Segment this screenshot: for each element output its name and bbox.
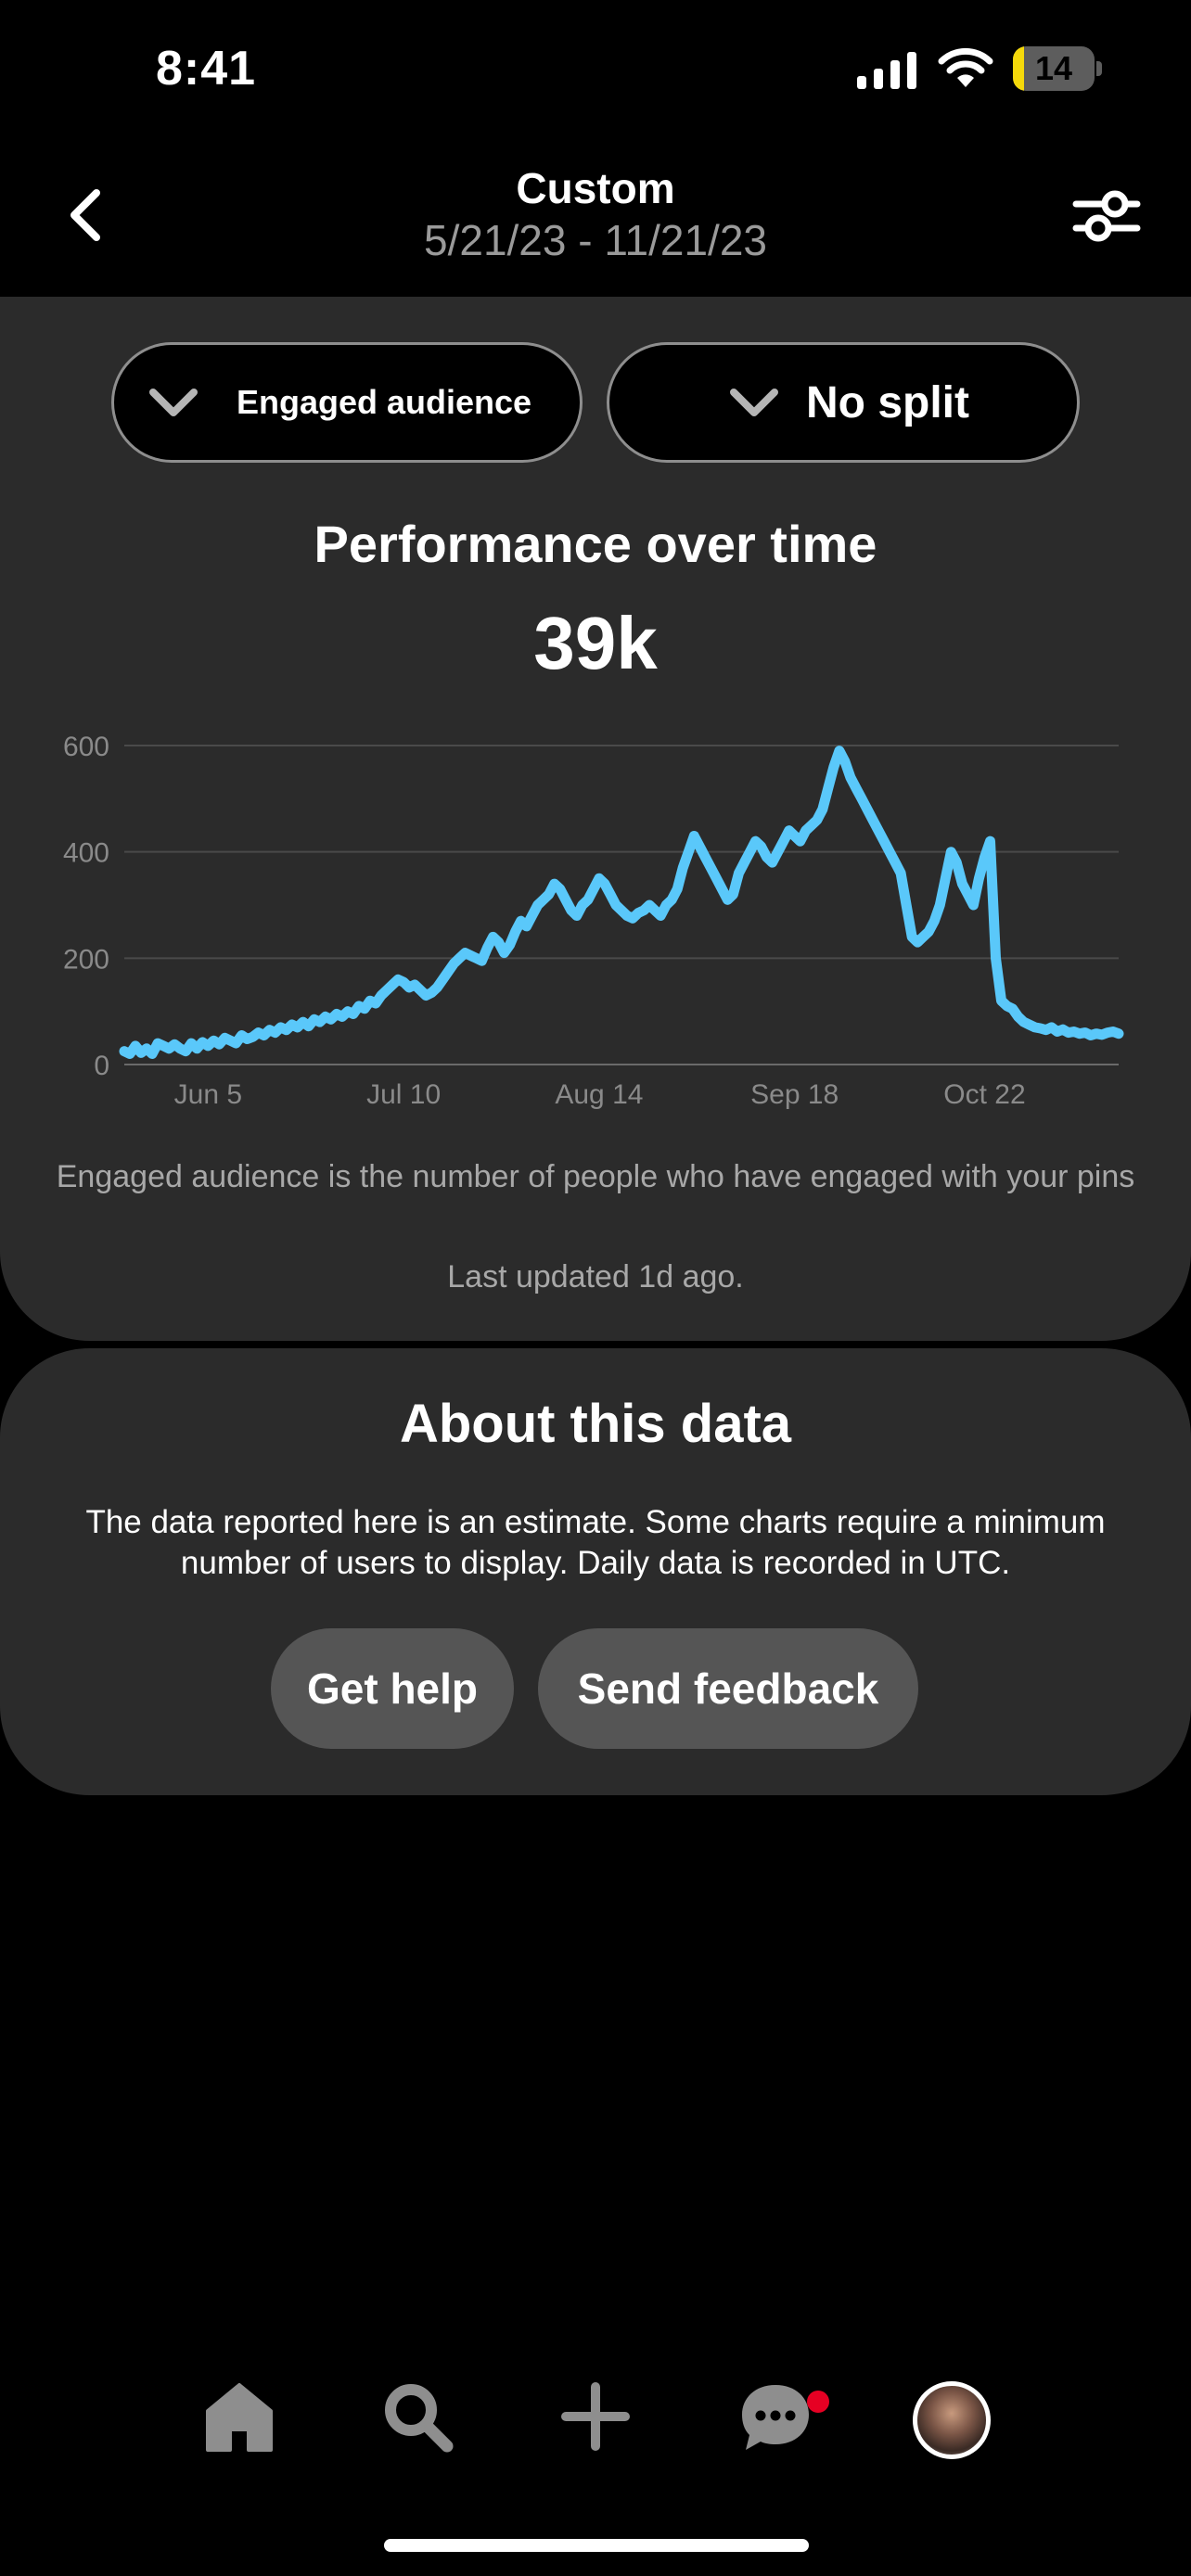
about-title: About this data [399,1394,792,1454]
sliders-icon [1072,190,1141,242]
y-tick-label: 200 [63,944,109,975]
last-updated-text: Last updated 1d ago. [447,1259,744,1294]
x-tick-label: Oct 22 [943,1079,1025,1110]
x-tick-label: Jun 5 [174,1079,242,1110]
messages-icon [742,2385,809,2450]
x-tick-label: Aug 14 [555,1079,643,1110]
metric-dropdown-label: Engaged audience [237,383,532,421]
notification-dot [807,2391,829,2413]
profile-avatar[interactable] [913,2381,991,2459]
plus-icon [561,2382,630,2451]
battery-icon: 14 [1013,46,1095,91]
search-tab[interactable] [380,2379,455,2454]
battery-tip [1096,61,1102,76]
split-dropdown[interactable]: No split [607,342,1080,463]
filter-button[interactable] [1072,182,1141,249]
home-tab[interactable] [202,2379,276,2454]
get-help-button[interactable]: Get help [271,1628,514,1749]
status-bar: 8:41 14 [0,0,1191,139]
status-time: 8:41 [156,42,257,96]
messages-tab[interactable] [738,2379,813,2454]
date-range[interactable]: 5/21/23 - 11/21/23 [0,215,1191,265]
search-icon [385,2384,454,2453]
battery-indicator: 14 [1013,46,1102,91]
chevron-down-icon [149,389,198,416]
page-title: Custom [516,164,675,212]
y-tick-label: 600 [63,732,109,762]
x-tick-label: Jul 10 [366,1079,441,1110]
create-tab[interactable] [558,2379,633,2454]
split-dropdown-label: No split [806,377,969,427]
wifi-icon [938,47,993,87]
battery-percentage: 14 [1034,49,1073,87]
send-feedback-button[interactable]: Send feedback [538,1628,918,1749]
y-tick-label: 0 [94,1051,109,1081]
about-text: The data reported here is an estimate. S… [85,1504,1106,1581]
home-indicator [384,2539,809,2552]
metric-dropdown[interactable]: Engaged audience [111,342,583,463]
performance-line-chart[interactable]: 0 200 400 600 Jun 5 Jul 10 Aug 14 Sep 18 Oct 22 [0,705,1191,1131]
series-line [119,746,1124,1059]
cellular-signal-icon [857,52,916,89]
x-tick-label: Sep 18 [750,1079,839,1110]
chart-description: Engaged audience is the number of people… [56,1159,1135,1194]
y-tick-label: 400 [63,838,109,869]
total-value: 39k [533,602,658,684]
home-icon [206,2383,273,2452]
chevron-down-icon [730,389,778,416]
chart-title: Performance over time [314,515,877,573]
